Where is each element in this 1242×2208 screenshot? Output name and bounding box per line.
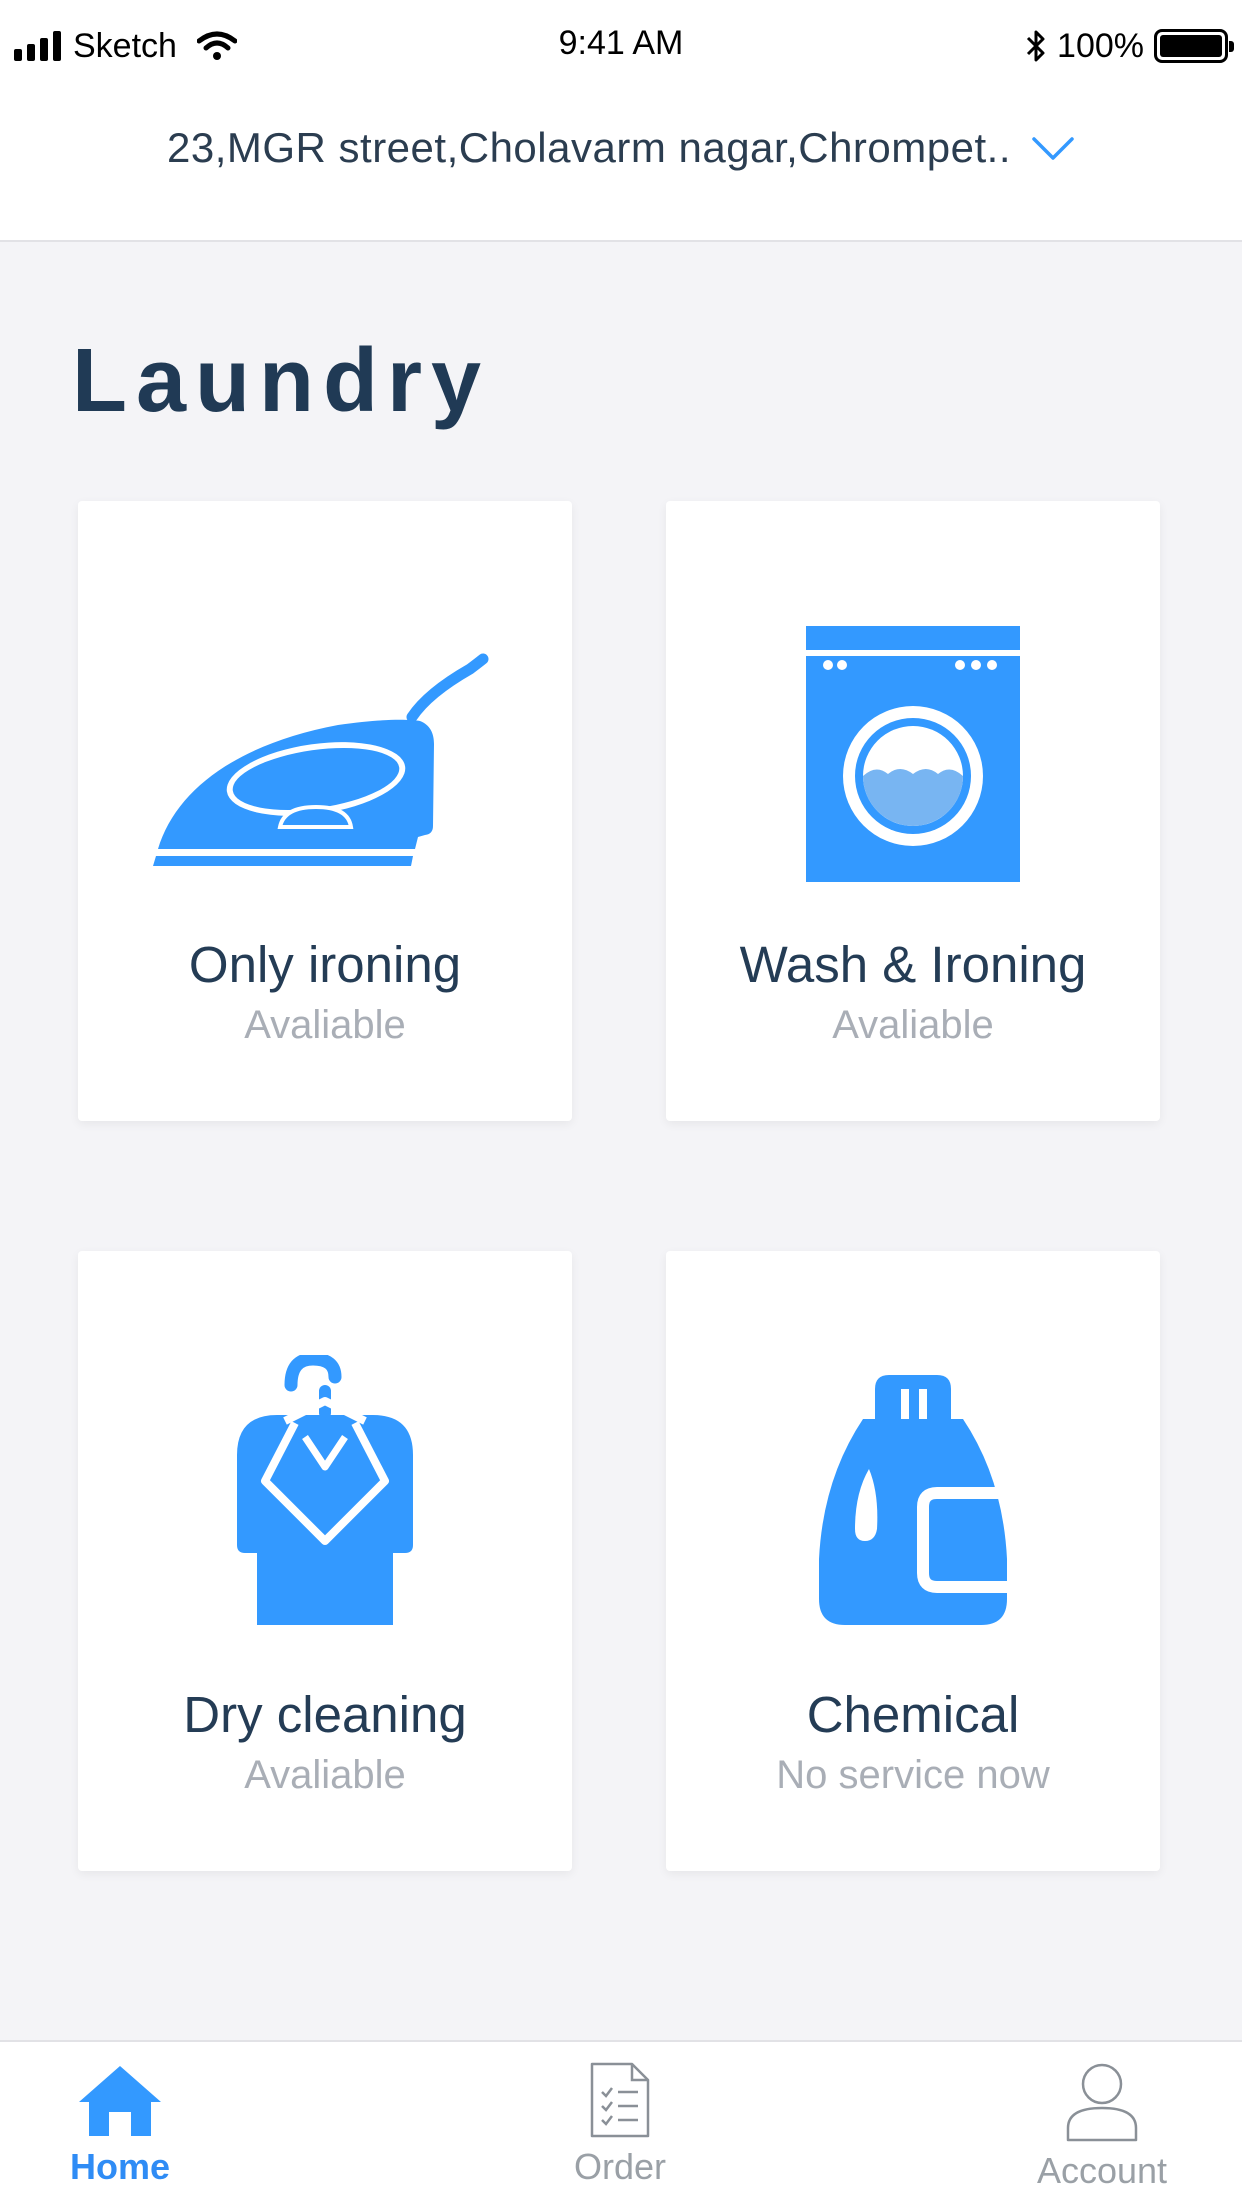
dry-cleaning-icon [237,1355,413,1625]
service-status: Avaliable [244,1003,406,1047]
service-name: Only ironing [188,936,462,993]
status-bar: Sketch 9:41 AM 100% [0,0,1242,92]
tab-label: Order [573,2146,667,2187]
service-card-chemical[interactable]: Chemical No service now [666,1251,1160,1871]
iron-icon [153,653,489,866]
bluetooth-icon [1026,30,1045,62]
page-title: Laundry [72,331,491,431]
order-document-icon [590,2062,650,2138]
service-name: Dry cleaning [183,1686,467,1743]
service-name: Chemical [806,1686,1020,1743]
service-status: Avaliable [244,1753,406,1797]
home-icon [79,2066,161,2136]
status-right: 100% [1025,22,1234,70]
tab-label: Account [1036,2150,1168,2191]
battery-icon [1154,29,1234,63]
tab-bar: Home Order Account [0,2040,1242,2208]
tab-account[interactable]: Account [982,2062,1222,2202]
address-bar[interactable]: 23,MGR street,Cholavarm nagar,Chrompet.. [0,92,1242,242]
service-card-dry-cleaning[interactable]: Dry cleaning Avaliable [78,1251,572,1871]
address-text: 23,MGR street,Cholavarm nagar,Chrompet.. [166,124,1011,171]
chevron-down-icon[interactable] [1031,133,1075,163]
tab-order[interactable]: Order [500,2062,740,2202]
service-name: Wash & Ironing [739,936,1087,993]
tab-label: Home [69,2146,171,2187]
address-selector[interactable]: 23,MGR street,Cholavarm nagar,Chrompet.. [0,124,1242,172]
service-status: Avaliable [832,1003,994,1047]
tab-home[interactable]: Home [0,2062,240,2202]
account-user-icon [1066,2063,1138,2142]
service-status: No service now [776,1753,1050,1797]
battery-percentage: 100% [1057,26,1144,65]
washing-machine-icon [806,626,1020,882]
detergent-bottle-icon [819,1375,1007,1625]
service-card-wash-ironing[interactable]: Wash & Ironing Avaliable [666,501,1160,1121]
service-card-only-ironing[interactable]: Only ironing Avaliable [78,501,572,1121]
